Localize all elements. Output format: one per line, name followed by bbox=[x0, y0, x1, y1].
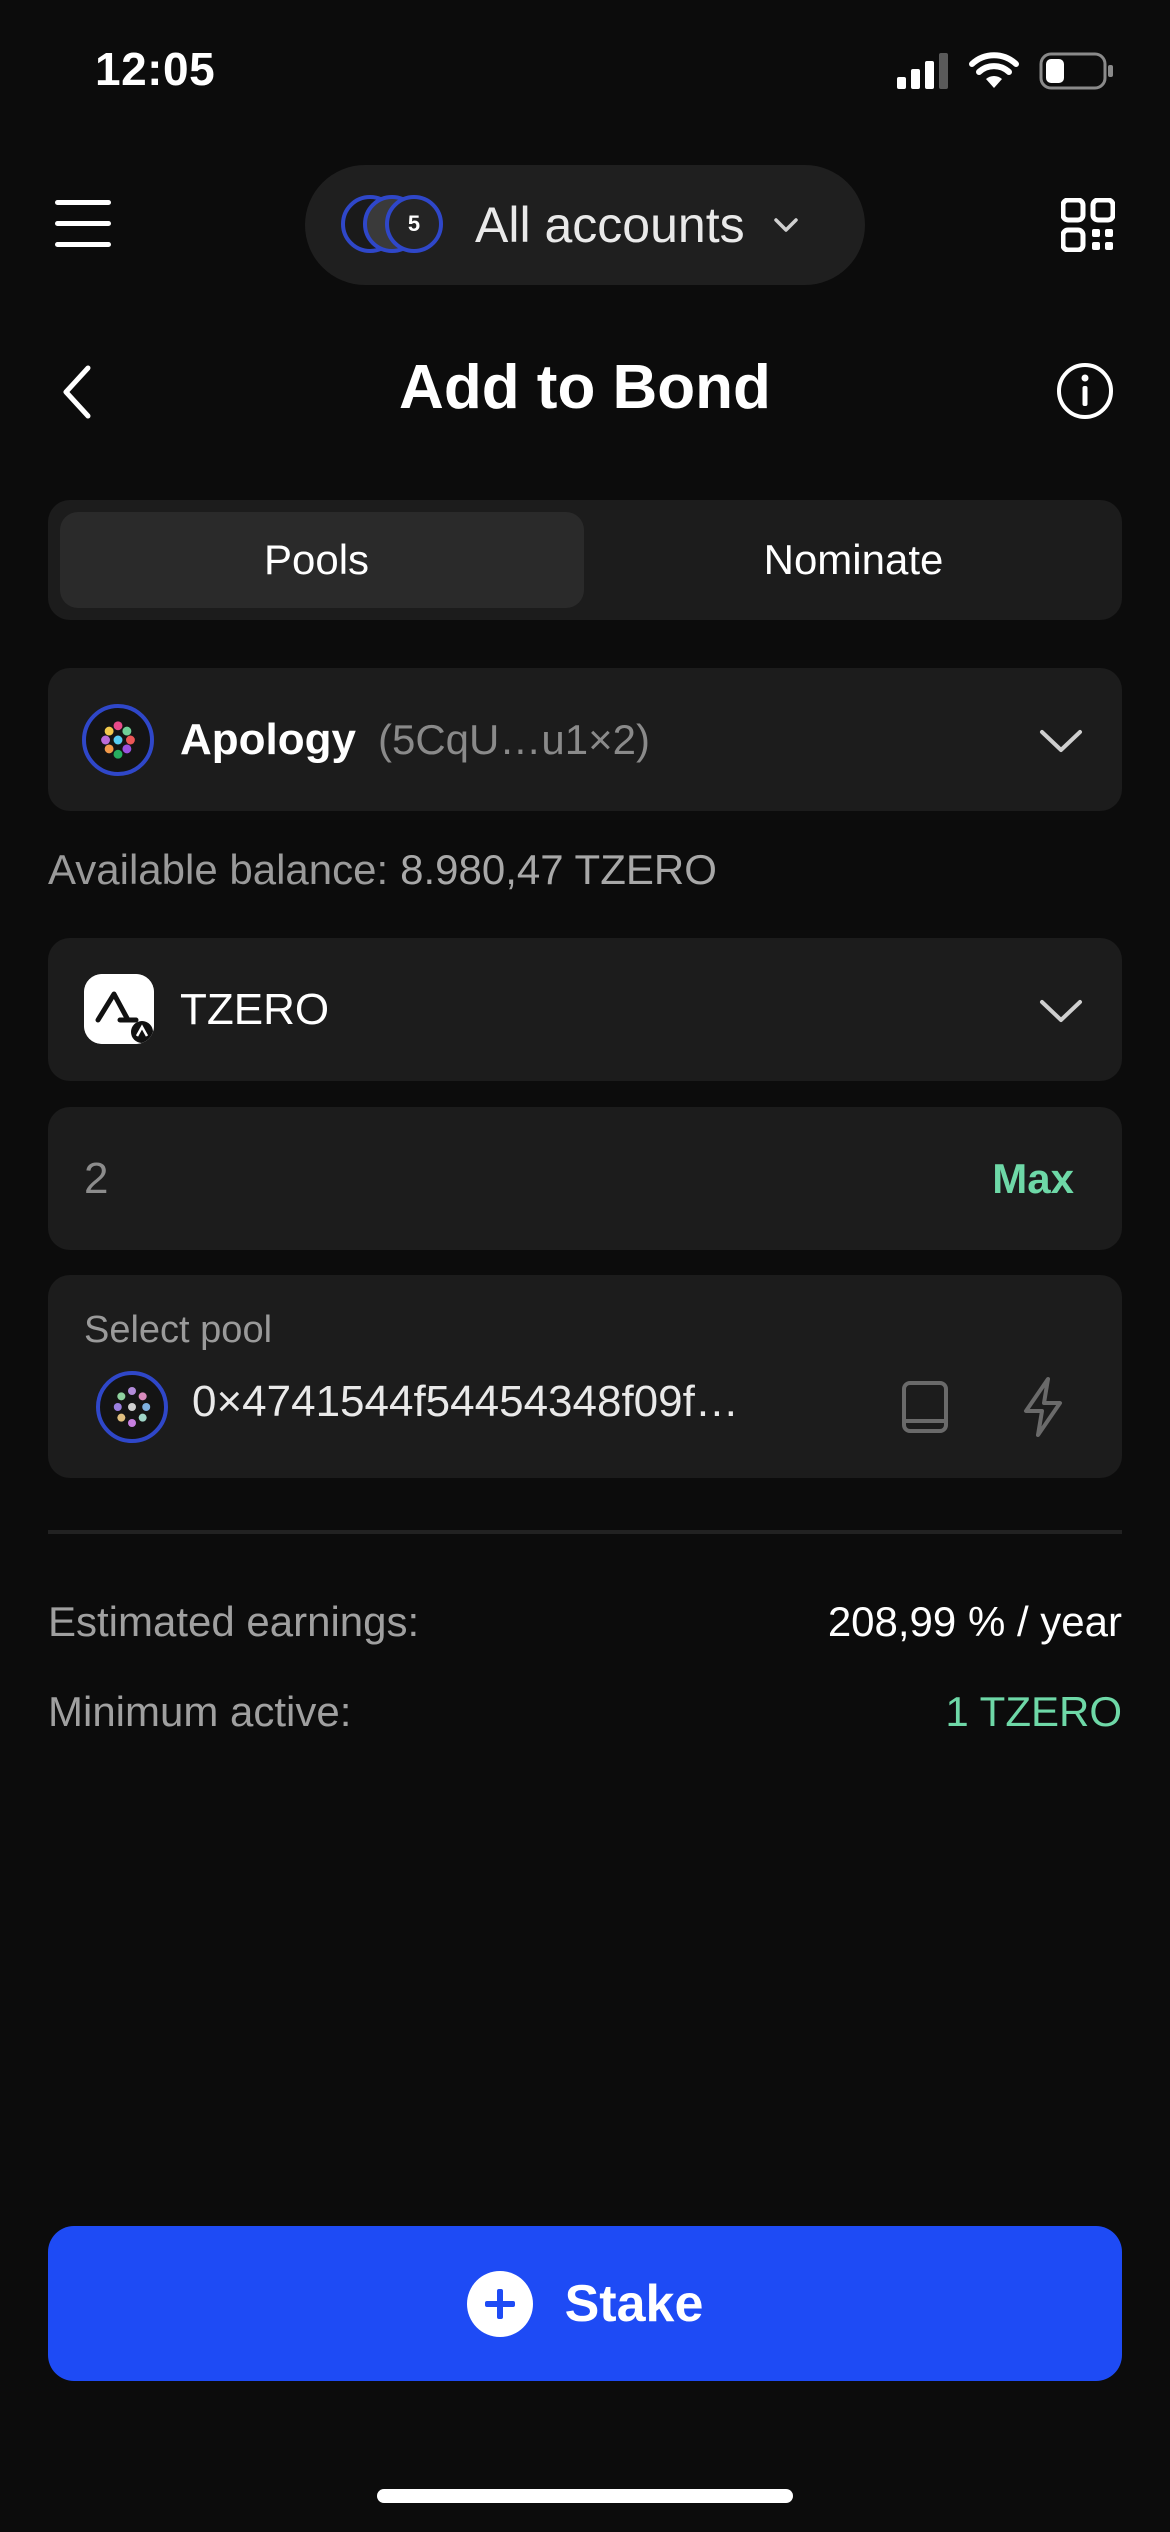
page-title: Add to Bond bbox=[399, 353, 771, 422]
token-name: TZERO bbox=[180, 985, 330, 1034]
cellular-signal-icon bbox=[897, 53, 948, 89]
amount-value: 2 bbox=[84, 1154, 109, 1203]
wifi-icon bbox=[969, 52, 1019, 88]
account-selector-label: All accounts bbox=[475, 197, 745, 253]
account-address: (5CqU…u1×2) bbox=[378, 716, 650, 763]
info-icon[interactable] bbox=[1056, 362, 1114, 420]
account-selector[interactable]: 5 All accounts bbox=[305, 165, 865, 285]
pool-label: Select pool bbox=[84, 1309, 273, 1351]
tab-pools[interactable]: Pools bbox=[48, 500, 585, 620]
pool-address: 0×4741544f54454348f09f… bbox=[192, 1377, 739, 1426]
pool-selector[interactable]: Select pool 0×4741544f54454348f09f… bbox=[48, 1275, 1122, 1478]
lightning-icon[interactable] bbox=[1018, 1375, 1068, 1439]
minimum-active-value: 1 TZERO bbox=[945, 1688, 1122, 1735]
qr-code-icon[interactable] bbox=[1061, 198, 1115, 252]
minimum-active-label: Minimum active: bbox=[48, 1688, 352, 1735]
available-balance-value: 8.980,47 TZERO bbox=[400, 846, 717, 893]
token-selector[interactable]: TZERO bbox=[48, 938, 1122, 1081]
stake-button-label: Stake bbox=[564, 2274, 704, 2333]
tab-nominate[interactable]: Nominate bbox=[585, 500, 1122, 620]
amount-input[interactable]: 2 Max bbox=[48, 1107, 1122, 1250]
chevron-down-icon bbox=[773, 218, 798, 232]
menu-icon-line bbox=[55, 242, 111, 247]
chevron-down-icon bbox=[1040, 1000, 1082, 1022]
plus-icon bbox=[466, 2270, 533, 2337]
available-balance-label: Available balance: bbox=[48, 846, 389, 893]
stake-button[interactable]: Stake bbox=[48, 2226, 1122, 2381]
account-avatar bbox=[82, 704, 154, 776]
estimated-earnings-label: Estimated earnings: bbox=[48, 1598, 420, 1645]
book-icon[interactable] bbox=[900, 1379, 950, 1435]
staking-type-tabs: Pools Nominate bbox=[48, 500, 1122, 620]
account-avatars: 5 bbox=[341, 190, 461, 260]
menu-icon-line bbox=[55, 221, 111, 226]
account-field[interactable]: Apology (5CqU…u1×2) bbox=[48, 668, 1122, 811]
tzero-token-icon bbox=[84, 974, 154, 1044]
avatar-count-badge: 5 bbox=[385, 195, 443, 253]
account-name: Apology bbox=[180, 715, 356, 764]
estimated-earnings-value: 208,99 % / year bbox=[827, 1598, 1122, 1645]
battery-icon bbox=[1039, 52, 1113, 90]
pool-avatar bbox=[96, 1371, 168, 1443]
divider bbox=[48, 1530, 1122, 1534]
chevron-down-icon bbox=[1040, 730, 1082, 752]
available-balance: Available balance: 8.980,47 TZERO bbox=[48, 846, 717, 894]
home-indicator[interactable] bbox=[377, 2489, 793, 2503]
menu-button[interactable] bbox=[55, 200, 111, 248]
menu-icon bbox=[55, 200, 111, 205]
max-button[interactable]: Max bbox=[992, 1107, 1074, 1250]
status-time: 12:05 bbox=[95, 43, 216, 95]
status-icons bbox=[895, 52, 1115, 90]
